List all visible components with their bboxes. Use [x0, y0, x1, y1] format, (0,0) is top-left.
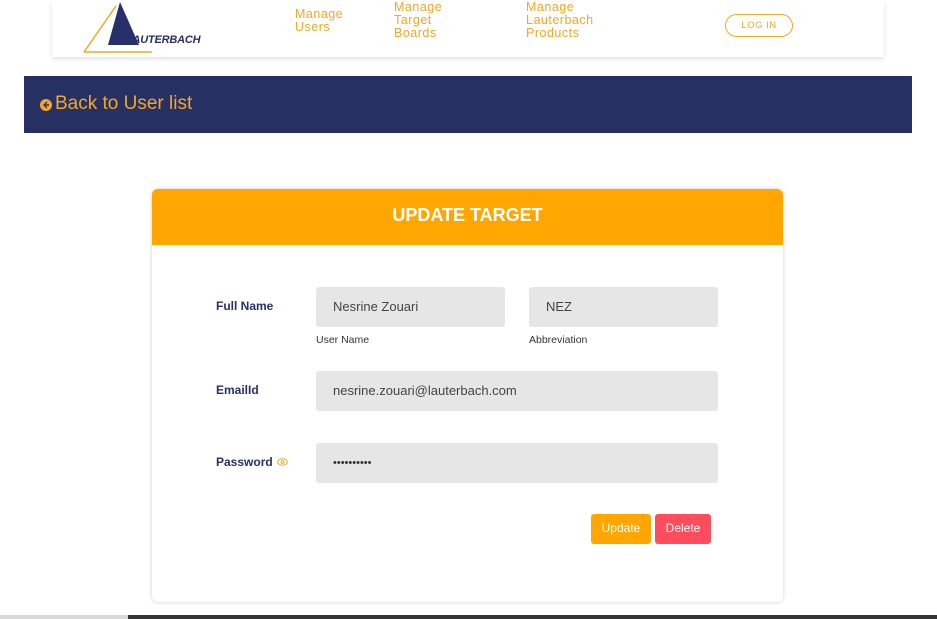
email-input[interactable] — [316, 371, 718, 411]
password-label: Password — [216, 455, 273, 469]
abbreviation-input[interactable] — [529, 287, 718, 327]
back-link-label: Back to User list — [55, 93, 193, 114]
email-label: EmailId — [216, 383, 259, 397]
nav-manage-lauterbach-products[interactable]: Manage Lauterbach Products — [526, 1, 594, 40]
user-name-hint: User Name — [316, 334, 370, 346]
nav-label-line: Boards — [394, 26, 437, 40]
footer-edge — [0, 615, 128, 619]
eye-icon[interactable] — [276, 458, 288, 466]
lauterbach-logo[interactable]: LAUTERBACH — [82, 0, 201, 54]
update-target-card: UPDATE TARGET Full Name User Name Abbrev… — [152, 189, 783, 602]
login-button[interactable]: LOG IN — [725, 14, 793, 37]
nav-label-line: Target — [394, 13, 432, 27]
top-navbar: LAUTERBACH Manage Users Manage Target Bo… — [52, 0, 884, 57]
nav-label-line: Manage — [295, 7, 344, 21]
nav-manage-target-boards[interactable]: Manage Target Boards — [394, 1, 442, 40]
page-banner: Back to User list — [24, 76, 912, 133]
nav-label-line: Manage — [394, 0, 443, 14]
card-title: UPDATE TARGET — [152, 189, 783, 245]
nav-label-line: Products — [526, 26, 580, 40]
footer-edge — [128, 615, 937, 619]
logo-text: LAUTERBACH — [126, 34, 201, 46]
nav-label-line: Users — [295, 20, 331, 34]
nav-manage-users[interactable]: Manage Users — [295, 8, 343, 34]
back-to-user-list-link[interactable]: Back to User list — [40, 93, 192, 115]
abbreviation-hint: Abbreviation — [529, 334, 588, 346]
arrow-left-circle-icon — [40, 98, 52, 111]
delete-button[interactable]: Delete — [655, 514, 711, 544]
password-input[interactable]: •••••••••• — [316, 443, 718, 483]
password-label-group: Password — [216, 455, 288, 469]
nav-label-line: Lauterbach — [526, 13, 594, 27]
update-button[interactable]: Update — [591, 514, 651, 544]
full-name-label: Full Name — [216, 299, 274, 313]
user-name-input[interactable] — [316, 287, 505, 327]
nav-label-line: Manage — [526, 0, 575, 14]
